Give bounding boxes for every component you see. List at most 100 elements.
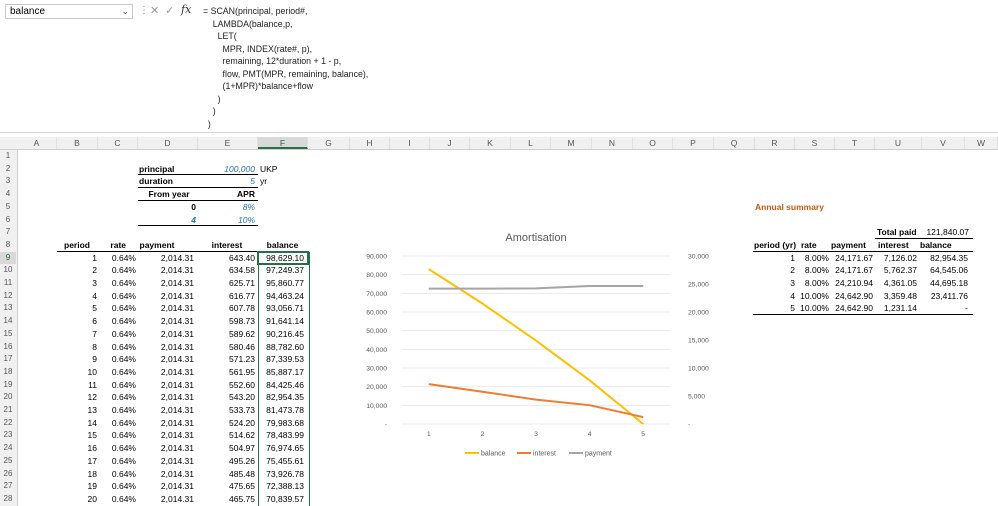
schedule-cell[interactable]: 2,014.31 (126, 455, 194, 467)
from-year-header[interactable]: From year (139, 188, 199, 200)
summary-cell[interactable]: 8.00% (797, 277, 829, 289)
summary-cell[interactable]: 24,642.90 (831, 290, 873, 302)
schedule-cell[interactable]: 533.73 (198, 404, 255, 416)
schedule-cell[interactable]: 524.20 (198, 417, 255, 429)
schedule-cell[interactable]: 18 (57, 468, 97, 480)
summary-header-payment[interactable]: payment (831, 239, 871, 251)
schedule-cell[interactable]: 4 (57, 290, 97, 302)
schedule-cell[interactable]: 2,014.31 (126, 252, 194, 264)
schedule-cell[interactable]: 2,014.31 (126, 391, 194, 403)
from-year-value[interactable]: 0 (139, 201, 196, 213)
duration-label[interactable]: duration (139, 175, 197, 187)
schedule-cell[interactable]: 7 (57, 328, 97, 340)
schedule-cell[interactable]: 495.26 (198, 455, 255, 467)
summary-cell[interactable]: 23,411.76 (920, 290, 968, 302)
total-paid-label[interactable]: Total paid (877, 226, 919, 238)
schedule-cell[interactable]: 2,014.31 (126, 404, 194, 416)
schedule-header-interest[interactable]: interest (198, 239, 256, 251)
summary-cell[interactable]: 7,126.02 (875, 252, 917, 264)
summary-cell[interactable]: 5,762.37 (875, 264, 917, 276)
schedule-cell[interactable]: 598.73 (198, 315, 255, 327)
summary-cell[interactable]: 24,171.67 (831, 252, 873, 264)
schedule-cell[interactable]: 514.62 (198, 429, 255, 441)
summary-cell[interactable]: - (920, 302, 968, 314)
schedule-cell[interactable]: 2,014.31 (126, 468, 194, 480)
summary-header-rate[interactable]: rate (801, 239, 821, 251)
schedule-cell[interactable]: 19 (57, 480, 97, 492)
schedule-cell[interactable]: 20 (57, 493, 97, 505)
schedule-cell[interactable]: 643.40 (198, 252, 255, 264)
schedule-cell[interactable]: 504.97 (198, 442, 255, 454)
schedule-cell[interactable]: 580.46 (198, 341, 255, 353)
schedule-cell[interactable]: 12 (57, 391, 97, 403)
schedule-cell[interactable]: 2,014.31 (126, 379, 194, 391)
schedule-cell[interactable]: 13 (57, 404, 97, 416)
schedule-cell[interactable]: 561.95 (198, 366, 255, 378)
summary-cell[interactable]: 64,545.06 (920, 264, 968, 276)
schedule-cell[interactable]: 543.20 (198, 391, 255, 403)
schedule-cell[interactable]: 625.71 (198, 277, 255, 289)
schedule-cell[interactable]: 475.65 (198, 480, 255, 492)
principal-label[interactable]: principal (139, 163, 197, 175)
schedule-cell[interactable]: 14 (57, 417, 97, 429)
schedule-header-balance[interactable]: balance (260, 239, 305, 251)
apr-value[interactable]: 10% (198, 214, 255, 226)
schedule-cell[interactable]: 552.60 (198, 379, 255, 391)
summary-cell[interactable]: 1 (755, 252, 795, 264)
amortisation-chart[interactable]: Amortisation - 10,000 20,000 30,000 40,000 50,… (360, 227, 720, 467)
schedule-cell[interactable]: 2 (57, 264, 97, 276)
schedule-cell[interactable]: 10 (57, 366, 97, 378)
schedule-header-period[interactable]: period (57, 239, 97, 251)
summary-cell[interactable]: 10.00% (797, 290, 829, 302)
summary-header-period-yr-[interactable]: period (yr) (754, 239, 802, 251)
schedule-cell[interactable]: 2,014.31 (126, 290, 194, 302)
schedule-cell[interactable]: 15 (57, 429, 97, 441)
active-cell[interactable] (257, 250, 309, 266)
schedule-cell[interactable]: 571.23 (198, 353, 255, 365)
schedule-cell[interactable]: 465.75 (198, 493, 255, 505)
schedule-cell[interactable]: 2,014.31 (126, 429, 194, 441)
summary-header-balance[interactable]: balance (920, 239, 960, 251)
schedule-header-rate[interactable]: rate (98, 239, 126, 251)
schedule-cell[interactable]: 2,014.31 (126, 328, 194, 340)
schedule-cell[interactable]: 2,014.31 (126, 480, 194, 492)
summary-cell[interactable]: 82,954.35 (920, 252, 968, 264)
schedule-cell[interactable]: 16 (57, 442, 97, 454)
summary-cell[interactable]: 3 (755, 277, 795, 289)
schedule-cell[interactable]: 9 (57, 353, 97, 365)
schedule-cell[interactable]: 2,014.31 (126, 302, 194, 314)
summary-cell[interactable]: 24,171.67 (831, 264, 873, 276)
duration-unit[interactable]: yr (260, 175, 300, 187)
summary-cell[interactable]: 10.00% (797, 302, 829, 314)
schedule-cell[interactable]: 589.62 (198, 328, 255, 340)
schedule-cell[interactable]: 2,014.31 (126, 442, 194, 454)
apr-value[interactable]: 8% (198, 201, 255, 213)
schedule-cell[interactable]: 2,014.31 (126, 493, 194, 505)
principal-value[interactable]: 100,000 (198, 163, 255, 175)
schedule-cell[interactable]: 607.78 (198, 302, 255, 314)
schedule-cell[interactable]: 2,014.31 (126, 277, 194, 289)
schedule-cell[interactable]: 11 (57, 379, 97, 391)
schedule-cell[interactable]: 485.48 (198, 468, 255, 480)
schedule-cell[interactable]: 2,014.31 (126, 315, 194, 327)
summary-title[interactable]: Annual summary (755, 201, 875, 213)
principal-unit[interactable]: UKP (260, 163, 300, 175)
schedule-cell[interactable]: 5 (57, 302, 97, 314)
summary-cell[interactable]: 24,642.90 (831, 302, 873, 314)
schedule-cell[interactable]: 17 (57, 455, 97, 467)
summary-cell[interactable]: 44,695.18 (920, 277, 968, 289)
schedule-cell[interactable]: 6 (57, 315, 97, 327)
schedule-cell[interactable]: 8 (57, 341, 97, 353)
from-year-value[interactable]: 4 (139, 214, 196, 226)
schedule-cell[interactable]: 2,014.31 (126, 353, 194, 365)
schedule-cell[interactable]: 616.77 (198, 290, 255, 302)
summary-cell[interactable]: 8.00% (797, 252, 829, 264)
total-paid-value[interactable]: 121,840.07 (922, 226, 969, 238)
schedule-header-payment[interactable]: payment (126, 239, 188, 251)
schedule-cell[interactable]: 2,014.31 (126, 341, 194, 353)
summary-cell[interactable]: 4,361.05 (875, 277, 917, 289)
schedule-cell[interactable]: 2,014.31 (126, 417, 194, 429)
summary-cell[interactable]: 8.00% (797, 264, 829, 276)
duration-value[interactable]: 5 (198, 175, 255, 187)
schedule-cell[interactable]: 2,014.31 (126, 264, 194, 276)
